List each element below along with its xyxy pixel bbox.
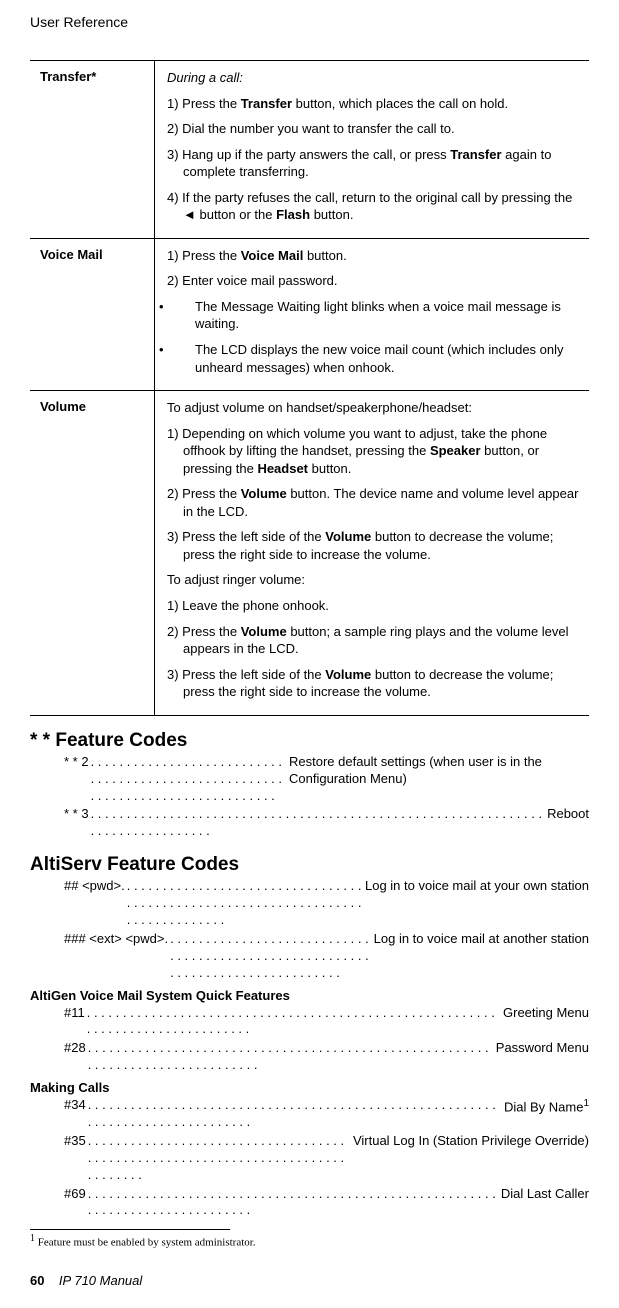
- feature-table: Transfer* During a call: 1) Press the Tran…: [30, 60, 589, 716]
- feature-description: During a call: 1) Press the Transfer butt…: [155, 61, 590, 239]
- code-row: #69 Dial Last Caller: [64, 1186, 589, 1220]
- feature-line: During a call:: [167, 69, 579, 87]
- feature-line: 2) Press the Volume button. The device n…: [167, 485, 579, 520]
- code-key: #28: [64, 1040, 86, 1074]
- code-row: #28 Password Menu: [64, 1040, 589, 1074]
- footnote: 1 Feature must be enabled by system admi…: [30, 1233, 589, 1249]
- code-description: Password Menu: [496, 1040, 589, 1074]
- feature-line: 1) Press the Transfer button, which plac…: [167, 95, 579, 113]
- feature-line: •The LCD displays the new voice mail cou…: [167, 341, 579, 376]
- footer-manual-title: IP 710 Manual: [59, 1273, 142, 1288]
- table-row: Volume To adjust volume on handset/speake…: [30, 391, 589, 716]
- feature-line: •The Message Waiting light blinks when a…: [167, 298, 579, 333]
- footnote-marker: 1: [30, 1233, 35, 1244]
- feature-label: Volume: [30, 391, 155, 716]
- code-key: * * 3: [64, 806, 89, 840]
- feature-line: 1) Leave the phone onhook.: [167, 597, 579, 615]
- running-head: User Reference: [30, 0, 589, 60]
- altiserv-codes-list: ## <pwd>. Log in to voice mail at your ow…: [30, 878, 589, 981]
- vm-quick-codes-list: #11 Greeting Menu #28 Password Menu: [30, 1005, 589, 1075]
- dot-leader: [125, 878, 365, 929]
- section-star-codes-title: * * Feature Codes: [30, 730, 589, 752]
- code-row: ### <ext> <pwd>. Log in to voice mail at …: [64, 931, 589, 982]
- code-row: #11 Greeting Menu: [64, 1005, 589, 1039]
- dot-leader: [89, 754, 289, 805]
- code-description: Log in to voice mail at another station: [374, 931, 589, 982]
- page-footer: 60 IP 710 Manual: [30, 1273, 589, 1288]
- dot-leader: [168, 931, 374, 982]
- code-description: Reboot: [547, 806, 589, 840]
- section-altiserv-title: AltiServ Feature Codes: [30, 854, 589, 876]
- feature-label: Transfer*: [30, 61, 155, 239]
- code-description: Dial Last Caller: [501, 1186, 589, 1220]
- dot-leader: [89, 806, 548, 840]
- dot-leader: [86, 1097, 504, 1131]
- feature-line: 4) If the party refuses the call, return…: [167, 189, 579, 224]
- dot-leader: [85, 1005, 503, 1039]
- feature-line: To adjust volume on handset/speakerphone…: [167, 399, 579, 417]
- code-key: #69: [64, 1186, 86, 1220]
- code-key: #34: [64, 1097, 86, 1131]
- code-description: Greeting Menu: [503, 1005, 589, 1039]
- making-calls-codes-list: #34 Dial By Name1 #35 Virtual Log In (Stati…: [30, 1097, 589, 1219]
- feature-label: Voice Mail: [30, 238, 155, 390]
- feature-line: 3) Press the left side of the Volume but…: [167, 528, 579, 563]
- subsection-vm-quick-title: AltiGen Voice Mail System Quick Features: [30, 988, 589, 1003]
- footnote-text: Feature must be enabled by system admini…: [38, 1237, 256, 1249]
- feature-line: 2) Dial the number you want to transfer …: [167, 120, 579, 138]
- table-row: Voice Mail1) Press the Voice Mail button…: [30, 238, 589, 390]
- footnote-rule: [30, 1229, 230, 1230]
- code-key: ## <pwd>.: [64, 878, 125, 929]
- feature-line: To adjust ringer volume:: [167, 571, 579, 589]
- feature-line: 2) Enter voice mail password.: [167, 272, 579, 290]
- table-row: Transfer* During a call: 1) Press the Tran…: [30, 61, 589, 239]
- code-key: #11: [64, 1005, 85, 1039]
- dot-leader: [86, 1040, 496, 1074]
- star-codes-list: * * 2 Restore default settings (when user…: [30, 754, 589, 840]
- feature-table-body: Transfer* During a call: 1) Press the Tran…: [30, 61, 589, 716]
- feature-line: 3) Press the left side of the Volume but…: [167, 666, 579, 701]
- dot-leader: [86, 1133, 353, 1184]
- code-description: Log in to voice mail at your own station: [365, 878, 589, 929]
- code-row: ## <pwd>. Log in to voice mail at your ow…: [64, 878, 589, 929]
- feature-description: To adjust volume on handset/speakerphone…: [155, 391, 590, 716]
- dot-leader: [86, 1186, 501, 1220]
- code-description: Dial By Name1: [504, 1097, 589, 1131]
- code-row: * * 3 Reboot: [64, 806, 589, 840]
- feature-description: 1) Press the Voice Mail button. 2) Enter …: [155, 238, 590, 390]
- code-key: * * 2: [64, 754, 89, 805]
- footer-page-number: 60: [30, 1273, 44, 1288]
- feature-line: 1) Press the Voice Mail button.: [167, 247, 579, 265]
- code-key: #35: [64, 1133, 86, 1184]
- code-key: ### <ext> <pwd>.: [64, 931, 168, 982]
- subsection-making-calls-title: Making Calls: [30, 1080, 589, 1095]
- feature-line: 1) Depending on which volume you want to…: [167, 425, 579, 478]
- code-description: Restore default settings (when user is i…: [289, 754, 589, 805]
- feature-line: 3) Hang up if the party answers the call…: [167, 146, 579, 181]
- code-row: #35 Virtual Log In (Station Privilege Ove…: [64, 1133, 589, 1184]
- code-row: * * 2 Restore default settings (when user…: [64, 754, 589, 805]
- code-row: #34 Dial By Name1: [64, 1097, 589, 1131]
- feature-line: 2) Press the Volume button; a sample rin…: [167, 623, 579, 658]
- code-description: Virtual Log In (Station Privilege Overri…: [353, 1133, 589, 1184]
